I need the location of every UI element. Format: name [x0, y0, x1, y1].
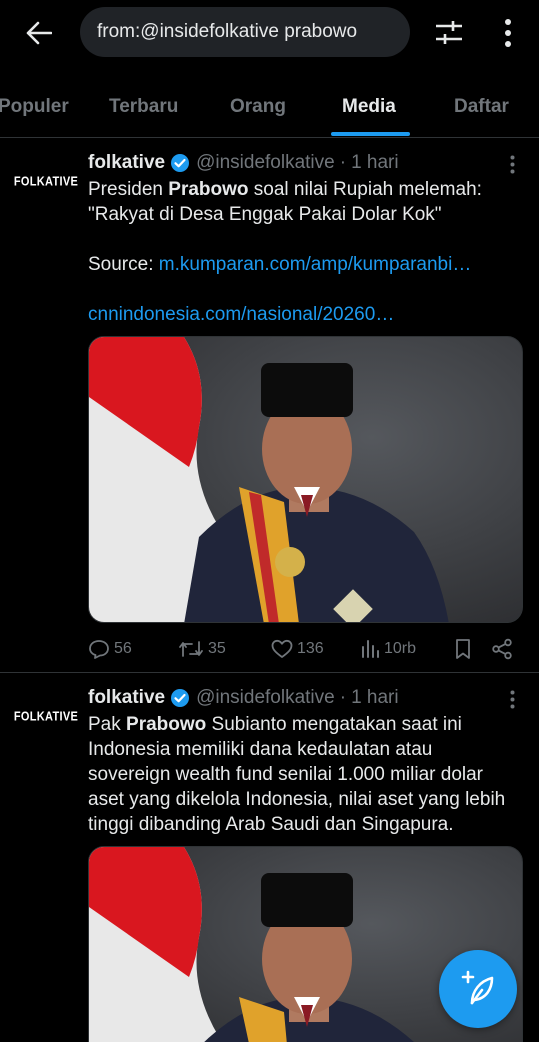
tweet-menu-button[interactable] [502, 152, 522, 176]
tab-orang[interactable]: Orang [230, 78, 286, 136]
portrait-photo [89, 337, 522, 622]
verified-badge-icon [170, 688, 190, 708]
share-icon [492, 638, 512, 660]
tweet-text-line: Presiden Prabowo soal nilai Rupiah melem… [88, 179, 482, 200]
like-button[interactable]: 136 [271, 635, 324, 663]
more-vertical-icon [510, 155, 514, 173]
tweet-source-line: Source: m.kumparan.com/amp/kumparanbi… [88, 254, 472, 275]
avatar-logo-text: FOLKATIVE [13, 710, 79, 724]
author-handle[interactable]: @insidefolkative [196, 152, 335, 174]
bookmark-button[interactable] [454, 635, 472, 663]
tweet-text: Pak Prabowo Subianto mengatakan saat ini… [88, 714, 506, 835]
tweet[interactable]: FOLKATIVE folkative @insidefolkative · 1… [0, 139, 539, 673]
tweet-text-line: "Rakyat di Desa Enggak Pakai Dolar Kok" [88, 204, 442, 225]
tweet-menu-button[interactable] [502, 687, 522, 711]
author-name[interactable]: folkative [88, 152, 165, 174]
more-options-button[interactable] [495, 15, 521, 51]
avatar[interactable]: FOLKATIVE [13, 152, 79, 212]
tab-media[interactable]: Media [342, 78, 396, 136]
views-icon [362, 640, 379, 658]
compose-icon [461, 970, 494, 1005]
reply-icon [89, 640, 109, 659]
tweet-actions: 56 35 136 10rb [88, 635, 518, 663]
like-icon [271, 639, 293, 658]
like-count: 136 [297, 640, 324, 657]
search-tabs: Populer Terbaru Orang Media Daftar [0, 78, 539, 138]
share-button[interactable] [491, 635, 513, 663]
tweet-time[interactable]: 1 hari [351, 152, 399, 174]
filter-button[interactable] [432, 17, 466, 49]
avatar[interactable]: FOLKATIVE [13, 687, 79, 747]
tweet-header: folkative @insidefolkative · 1 hari [88, 150, 399, 176]
retweet-icon [179, 641, 203, 657]
views-button[interactable]: 10rb [360, 635, 416, 663]
retweet-button[interactable]: 35 [178, 635, 226, 663]
search-box[interactable] [80, 7, 410, 57]
search-input[interactable] [97, 21, 397, 43]
reply-count: 56 [114, 640, 132, 657]
reply-button[interactable]: 56 [88, 635, 132, 663]
compose-tweet-button[interactable] [439, 950, 517, 1028]
back-arrow-icon [26, 21, 52, 45]
source-link-kumparan[interactable]: m.kumparan.com/amp/kumparanbi… [159, 254, 472, 275]
avatar-logo-text: FOLKATIVE [13, 175, 79, 189]
tab-terbaru[interactable]: Terbaru [109, 78, 178, 136]
tweet-time[interactable]: 1 hari [351, 687, 399, 709]
bookmark-icon [456, 639, 470, 659]
source-link-cnnindonesia[interactable]: cnnindonesia.com/nasional/20260… [88, 304, 394, 325]
author-handle[interactable]: @insidefolkative [196, 687, 335, 709]
more-vertical-icon [510, 690, 514, 708]
tab-populer[interactable]: Populer [0, 78, 69, 136]
author-name[interactable]: folkative [88, 687, 165, 709]
separator-dot: · [339, 687, 347, 708]
view-count: 10rb [384, 640, 417, 657]
tab-daftar[interactable]: Daftar [454, 78, 509, 136]
back-button[interactable] [22, 17, 56, 49]
top-bar [0, 0, 539, 66]
tweet-image[interactable] [88, 336, 523, 623]
active-tab-indicator [331, 132, 410, 136]
separator-dot: · [339, 152, 347, 173]
filter-icon [436, 21, 462, 44]
tweet-header: folkative @insidefolkative · 1 hari [88, 685, 399, 711]
more-vertical-icon [505, 19, 511, 47]
verified-badge-icon [170, 153, 190, 173]
retweet-count: 35 [208, 640, 226, 657]
tweet-text: Presiden Prabowo soal nilai Rupiah melem… [88, 177, 518, 327]
